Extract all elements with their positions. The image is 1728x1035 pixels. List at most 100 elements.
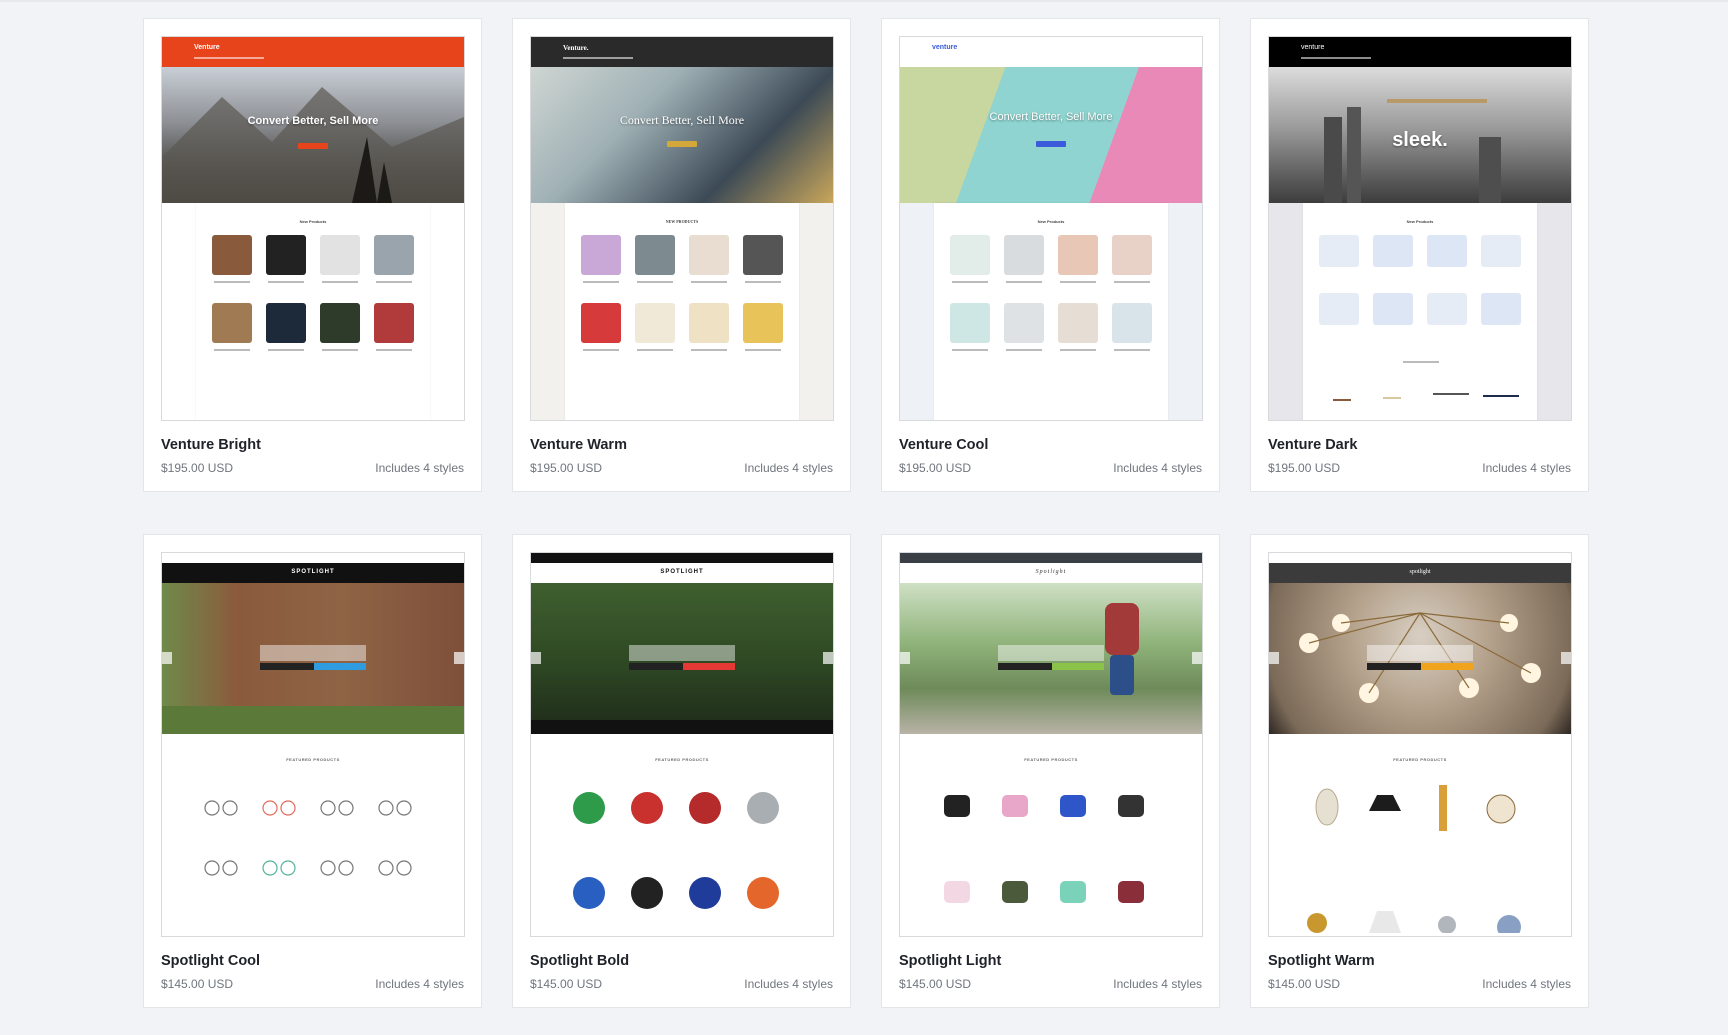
preview-logo: Venture xyxy=(194,44,220,51)
theme-title[interactable]: Spotlight Light xyxy=(899,953,1001,969)
product-caption xyxy=(214,349,250,351)
slider-next-arrow xyxy=(1561,652,1571,664)
product-thumb xyxy=(1383,397,1401,399)
theme-card-spotlight-bold[interactable]: SPOTLIGHT FEATURED PRODUCTS Spotlight Bo… xyxy=(512,534,851,1008)
theme-preview-image[interactable]: Spotlight FEATURED PRODUCTS xyxy=(899,552,1203,937)
theme-card-spotlight-warm[interactable]: spotlight FEATURED PRODUCTS Spotlight Wa… xyxy=(1250,534,1589,1008)
preview-nav: venture xyxy=(1269,37,1571,67)
preview-content: New Products xyxy=(196,203,430,420)
grass-graphic xyxy=(162,706,464,734)
preview-announcement xyxy=(900,553,1202,563)
theme-title[interactable]: Spotlight Warm xyxy=(1268,953,1375,969)
product-thumb xyxy=(1112,235,1152,275)
product-thumb xyxy=(950,303,990,343)
helmet-products xyxy=(573,792,779,909)
product-thumb xyxy=(581,235,621,275)
theme-preview-image[interactable]: SPOTLIGHT FEATURED PRODUCTS xyxy=(161,552,465,937)
theme-preview-image[interactable]: venture sleek. New Products xyxy=(1268,36,1572,421)
preview-nav: venture xyxy=(900,37,1202,68)
theme-price: $145.00 USD xyxy=(1268,977,1341,991)
theme-card-venture-dark[interactable]: venture sleek. New Products Venture Dark… xyxy=(1250,18,1589,492)
product-thumb xyxy=(1433,393,1469,395)
theme-styles-count: Includes 4 styles xyxy=(744,461,833,475)
theme-card-venture-warm[interactable]: Venture. Convert Better, Sell More NEW P… xyxy=(512,18,851,492)
theme-title[interactable]: Spotlight Bold xyxy=(530,953,629,969)
top-divider xyxy=(0,0,1728,2)
preview-section-heading: New Products xyxy=(1037,219,1065,224)
preview-logo: SPOTLIGHT xyxy=(291,569,335,575)
preview-price-btn xyxy=(1367,663,1421,670)
theme-preview-image[interactable]: Venture. Convert Better, Sell More NEW P… xyxy=(530,36,834,421)
theme-grid: Venture Convert Better, Sell More New Pr… xyxy=(143,18,1589,1008)
product-caption xyxy=(637,281,673,283)
preview-hero: sleek. xyxy=(1269,67,1571,203)
theme-preview-image[interactable]: SPOTLIGHT FEATURED PRODUCTS xyxy=(530,552,834,937)
theme-card-spotlight-cool[interactable]: SPOTLIGHT FEATURED PRODUCTS Spotlight Co… xyxy=(143,534,482,1008)
preview-cta xyxy=(1421,663,1473,670)
theme-price: $145.00 USD xyxy=(161,977,234,991)
slider-prev-arrow xyxy=(531,652,541,664)
theme-styles-count: Includes 4 styles xyxy=(375,461,464,475)
preview-section-heading: FEATURED PRODUCTS xyxy=(1024,757,1078,762)
product-thumb xyxy=(635,235,675,275)
preview-price-btn xyxy=(629,663,683,670)
theme-card-venture-bright[interactable]: Venture Convert Better, Sell More New Pr… xyxy=(143,18,482,492)
theme-title[interactable]: Venture Dark xyxy=(1268,437,1357,453)
preview-hero xyxy=(162,583,464,734)
theme-title[interactable]: Venture Warm xyxy=(530,437,627,453)
preview-logo: Spotlight xyxy=(1035,569,1067,575)
product-thumb xyxy=(1481,235,1521,267)
preview-hero-box xyxy=(629,645,735,661)
product-thumb xyxy=(1481,293,1521,325)
theme-card-venture-cool[interactable]: venture Convert Better, Sell More New Pr… xyxy=(881,18,1220,492)
preview-cta xyxy=(298,143,328,149)
preview-links xyxy=(1301,57,1371,59)
theme-preview-image[interactable]: spotlight FEATURED PRODUCTS xyxy=(1268,552,1572,937)
preview-logo: spotlight xyxy=(1409,569,1431,575)
theme-styles-count: Includes 4 styles xyxy=(1113,461,1202,475)
preview-section-heading: FEATURED PRODUCTS xyxy=(655,757,709,762)
product-thumb xyxy=(1004,303,1044,343)
slider-next-arrow xyxy=(454,652,464,664)
preview-header: SPOTLIGHT xyxy=(162,563,464,583)
preview-announcement xyxy=(531,553,833,563)
theme-title[interactable]: Venture Bright xyxy=(161,437,261,453)
preview-hero: Convert Better, Sell More xyxy=(900,67,1202,203)
product-caption xyxy=(952,349,988,351)
theme-preview-image[interactable]: Venture Convert Better, Sell More New Pr… xyxy=(161,36,465,421)
slider-prev-arrow xyxy=(900,652,910,664)
product-caption xyxy=(583,281,619,283)
theme-styles-count: Includes 4 styles xyxy=(375,977,464,991)
preview-section-heading: New Products xyxy=(1406,219,1434,224)
preview-announcement xyxy=(162,553,464,563)
product-caption xyxy=(322,349,358,351)
preview-hero xyxy=(1269,583,1571,734)
product-thumb xyxy=(374,235,414,275)
slider-next-arrow xyxy=(823,652,833,664)
preview-price-btn xyxy=(260,663,314,670)
preview-logo: Venture. xyxy=(563,44,589,52)
preview-links xyxy=(194,57,264,59)
product-thumb xyxy=(743,303,783,343)
theme-card-spotlight-light[interactable]: Spotlight FEATURED PRODUCTS Spotlight Li… xyxy=(881,534,1220,1008)
product-caption xyxy=(1006,349,1042,351)
product-thumb xyxy=(1427,235,1467,267)
product-thumb xyxy=(1058,303,1098,343)
theme-preview-image[interactable]: venture Convert Better, Sell More New Pr… xyxy=(899,36,1203,421)
product-thumb xyxy=(1373,293,1413,325)
preview-section-heading: New Products xyxy=(299,219,327,224)
product-thumb xyxy=(266,235,306,275)
product-caption xyxy=(745,349,781,351)
product-thumb xyxy=(743,235,783,275)
product-thumb xyxy=(320,303,360,343)
preview-hero-text: Convert Better, Sell More xyxy=(989,111,1113,123)
preview-cta xyxy=(1036,141,1066,147)
product-caption xyxy=(1006,281,1042,283)
theme-title[interactable]: Spotlight Cool xyxy=(161,953,260,969)
theme-title[interactable]: Venture Cool xyxy=(899,437,988,453)
product-caption xyxy=(691,349,727,351)
theme-styles-count: Includes 4 styles xyxy=(1113,977,1202,991)
product-thumb xyxy=(1333,399,1351,401)
preview-cta xyxy=(683,663,735,670)
preview-hero-text: sleek. xyxy=(1392,129,1448,151)
